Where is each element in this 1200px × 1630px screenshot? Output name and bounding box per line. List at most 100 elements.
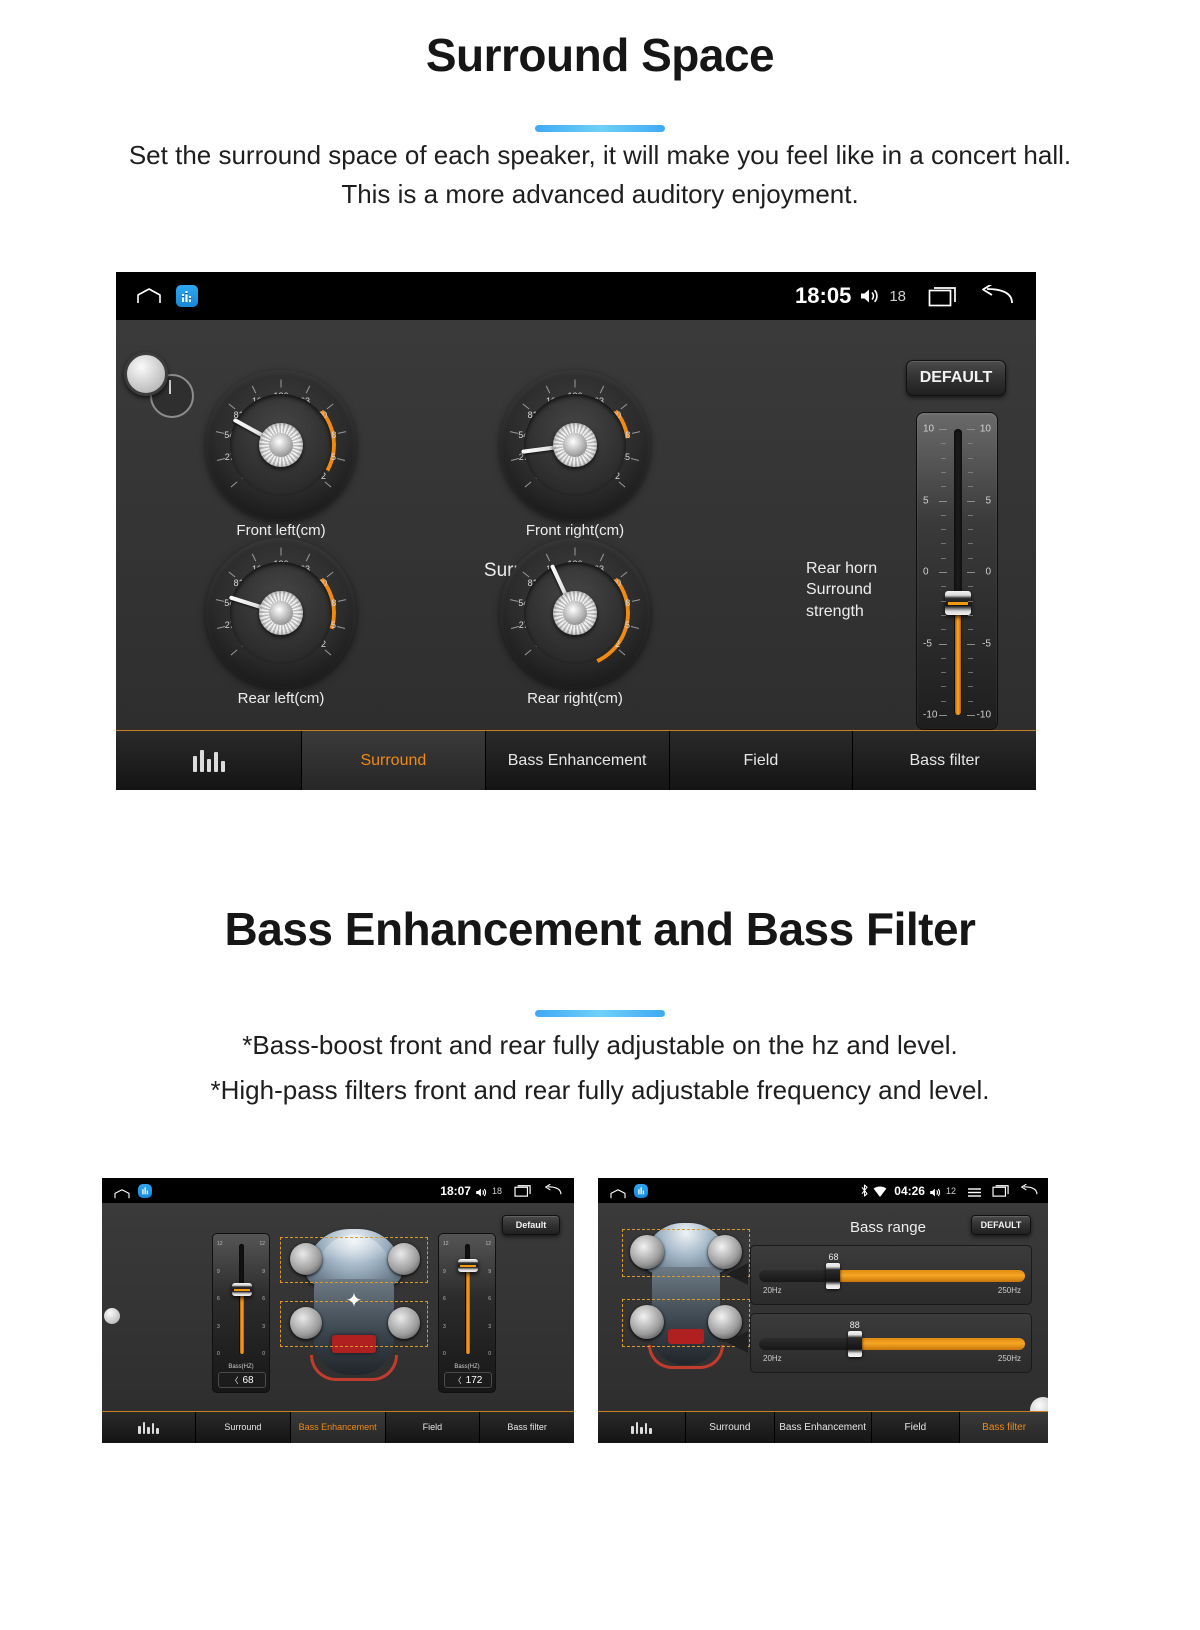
knob-1[interactable]: 027.254.481.6109136163190218245272 Front … — [206, 370, 356, 544]
rear-bass-panel[interactable]: 12 12 9 9 6 6 3 3 0 0 Bass(HZ) 〈 172 — [438, 1233, 496, 1393]
knob-2[interactable]: 027.254.481.6109136163190218245272 Front … — [500, 370, 650, 544]
home-icon[interactable] — [610, 1186, 626, 1198]
volume-icon — [475, 1185, 488, 1197]
tab-field[interactable]: Field — [871, 1412, 961, 1443]
tab-bass-filter[interactable]: Bass filter — [960, 1412, 1048, 1443]
bass-range-title: Bass range — [850, 1219, 926, 1236]
knob-tick — [599, 385, 605, 394]
gain-mark: 12 — [259, 1241, 265, 1247]
slider-mark: 0 — [985, 566, 991, 578]
slider-minor-tick — [968, 657, 973, 659]
knob-tick — [337, 626, 346, 630]
power-knob[interactable] — [124, 352, 194, 418]
front-gain-thumb[interactable] — [232, 1283, 252, 1296]
knob-tick — [574, 547, 576, 555]
tab-field[interactable]: Field — [669, 731, 854, 790]
slider-fill — [955, 603, 961, 715]
knob-dial[interactable]: 027.254.481.6109136163190218245272 — [500, 538, 650, 688]
front-bass-panel[interactable]: 12 12 9 9 6 6 3 3 0 0 Bass(HZ) 〈 68 — [212, 1233, 270, 1393]
recents-icon[interactable] — [514, 1184, 532, 1197]
slider-thumb[interactable] — [945, 591, 971, 615]
front-bass-value-box[interactable]: 〈 68 — [218, 1372, 266, 1388]
home-icon[interactable] — [136, 288, 162, 304]
speaker-rl-icon — [290, 1307, 322, 1339]
slider-mark: -5 — [982, 638, 991, 649]
gain-mark: 0 — [262, 1351, 265, 1357]
menu-icon[interactable] — [967, 1185, 982, 1197]
default-button[interactable]: DEFAULT — [906, 360, 1006, 396]
section-2-body-line1: *Bass-boost front and rear fully adjusta… — [242, 1030, 958, 1060]
left-side-knob[interactable] — [104, 1308, 120, 1324]
knob-4[interactable]: 027.254.481.6109136163190218245272 Rear r… — [500, 538, 650, 712]
tab-equalizer[interactable] — [116, 731, 302, 790]
section-1-body-line2: This is a more advanced auditory enjoyme… — [341, 179, 859, 210]
knob-dial[interactable]: 027.254.481.6109136163190218245272 — [206, 538, 356, 688]
bass-enhancement-stage: Default 12 12 9 9 6 6 3 3 0 0 Bass(HZ) 〈 68 — [102, 1203, 574, 1411]
rear-gain-thumb[interactable] — [458, 1259, 478, 1272]
bluetooth-icon — [860, 1184, 869, 1197]
knob-tick — [619, 649, 626, 656]
pointer-arrow — [726, 1331, 748, 1353]
tab-bass-enhancement[interactable]: Bass Enhancement — [774, 1412, 872, 1443]
knob-tick — [337, 598, 346, 602]
tab-surround[interactable]: Surround — [196, 1412, 291, 1443]
bass-range-slider[interactable]: 68 20Hz 250Hz — [750, 1245, 1032, 1305]
statusbar-clock: 18:05 — [795, 283, 852, 308]
tab-surround[interactable]: Surround — [302, 731, 486, 790]
slider-tick — [967, 500, 975, 502]
knob-tick — [510, 430, 519, 434]
bass-range-slider[interactable]: 88 20Hz 250Hz — [750, 1313, 1032, 1373]
tab-surround[interactable]: Surround — [686, 1412, 775, 1443]
slider-tick — [939, 429, 947, 430]
slider-mark: 5 — [923, 495, 929, 506]
tab-bass-enhancement[interactable]: Bass Enhancement — [290, 1412, 386, 1443]
back-icon[interactable] — [980, 283, 1014, 307]
slider-minor-tick — [941, 629, 946, 631]
slider-thumb[interactable] — [847, 1331, 862, 1357]
equalizer-app-icon[interactable] — [176, 285, 198, 307]
slider-thumb[interactable] — [826, 1263, 841, 1289]
slider-minor-tick — [968, 529, 973, 531]
equalizer-app-icon[interactable] — [634, 1183, 648, 1198]
home-icon[interactable] — [114, 1186, 130, 1198]
gain-mark: 9 — [217, 1268, 220, 1275]
tab-bass-filter[interactable]: Bass filter — [480, 1412, 574, 1443]
slider-tick — [939, 715, 947, 716]
knob-label: Front left(cm) — [236, 522, 326, 539]
knob-3[interactable]: 027.254.481.6109136163190218245272 Rear l… — [206, 538, 356, 712]
tab-field[interactable]: Field — [385, 1412, 481, 1443]
slider-minor-tick — [968, 629, 973, 631]
knob-tick — [326, 571, 334, 578]
rear-bass-value-box[interactable]: 〈 172 — [444, 1372, 492, 1388]
front-bass-value: 68 — [242, 1374, 254, 1386]
statusbar-volume-level: 18 — [889, 287, 906, 305]
knob-tick — [305, 385, 311, 394]
equalizer-app-icon[interactable] — [138, 1183, 152, 1198]
slider-minor-tick — [968, 471, 973, 473]
recents-icon[interactable] — [992, 1184, 1010, 1197]
chevron-left-icon[interactable]: 〈 — [230, 1375, 238, 1386]
chevron-left-icon[interactable]: 〈 — [454, 1375, 462, 1386]
knob-dial[interactable]: 027.254.481.6109136163190218245272 — [206, 370, 356, 520]
slider-mark: 5 — [985, 495, 991, 506]
speaker-rl-icon — [630, 1305, 664, 1339]
tab-equalizer[interactable] — [598, 1412, 686, 1443]
surround-strength-slider[interactable]: 10 10 5 5 0 0 -5 -5 -10 -10 — [916, 412, 998, 730]
tab-equalizer[interactable] — [102, 1412, 196, 1443]
back-icon[interactable] — [1020, 1183, 1038, 1197]
knob-cap[interactable] — [259, 423, 303, 467]
tab-bass-filter[interactable]: Bass filter — [853, 731, 1036, 790]
knob-cap[interactable] — [553, 423, 597, 467]
section-1-body: Set the surround space of each speaker, … — [100, 138, 1100, 212]
knob-cap[interactable] — [259, 591, 303, 635]
slider-mark: -10 — [976, 709, 991, 721]
tab-bass-enhancement[interactable]: Bass Enhancement — [485, 731, 670, 790]
knob-dial[interactable]: 027.254.481.6109136163190218245272 — [500, 370, 650, 520]
default-button[interactable]: Default — [502, 1215, 560, 1235]
slider-minor-tick — [941, 529, 946, 531]
back-icon[interactable] — [544, 1183, 562, 1197]
slider-minor-tick — [941, 457, 946, 459]
slider-minor-tick — [968, 672, 973, 674]
knob-cap[interactable] — [553, 591, 597, 635]
recents-icon[interactable] — [928, 285, 958, 307]
